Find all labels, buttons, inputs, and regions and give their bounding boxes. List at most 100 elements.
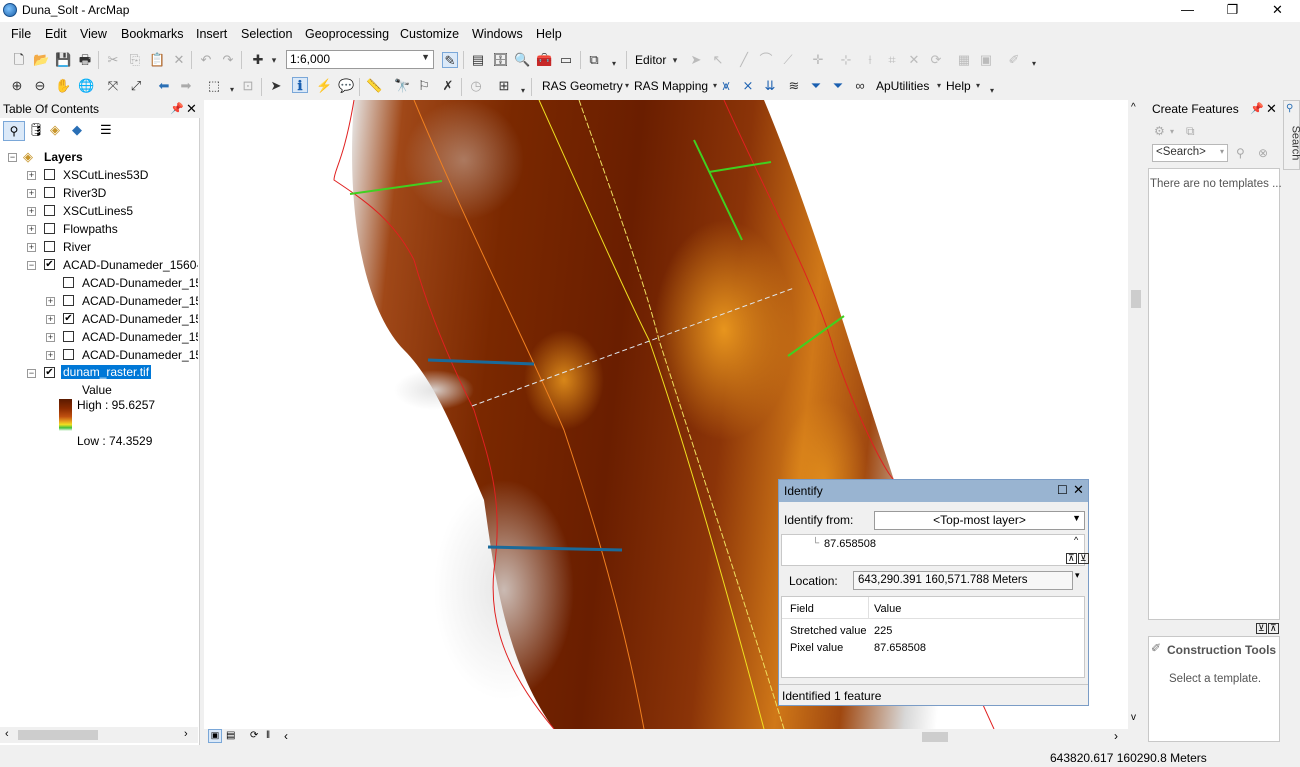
- table-row[interactable]: Stretched value 225: [782, 623, 1084, 639]
- collapse-all-icon[interactable]: ⊻: [1256, 623, 1267, 634]
- scroll-up-icon[interactable]: ^: [1131, 102, 1136, 113]
- ras-geometry-menu[interactable]: RAS Geometry: [542, 79, 623, 93]
- toc-sublayer-row[interactable]: + ACAD-Dunameder_15: [0, 292, 198, 310]
- assign-river-code-icon[interactable]: ⩙: [718, 78, 734, 94]
- template-properties-icon[interactable]: ⧉: [1186, 124, 1195, 139]
- search-side-tab[interactable]: ⚲ Search: [1283, 100, 1300, 170]
- table-of-contents-icon[interactable]: ▤: [470, 52, 486, 68]
- layout-view-icon[interactable]: ▤: [226, 730, 235, 741]
- tools-toolbar-options-icon[interactable]: ▾: [515, 83, 531, 99]
- cut-polygons-icon[interactable]: ⌗: [884, 52, 900, 68]
- menu-insert[interactable]: Insert: [196, 27, 227, 41]
- editor-menu[interactable]: Editor: [635, 53, 666, 67]
- toc-sublayer-row[interactable]: + ACAD-Dunameder_15: [0, 346, 198, 364]
- layer-visibility-checkbox[interactable]: ✔: [44, 259, 55, 270]
- list-by-visibility-icon[interactable]: ◈: [50, 122, 60, 138]
- identify-title-bar[interactable]: Identify ☐ ✕: [779, 480, 1088, 502]
- toc-layer-row[interactable]: + Flowpaths: [0, 220, 198, 238]
- scroll-right-icon[interactable]: ›: [184, 728, 188, 740]
- redo-icon[interactable]: ↷: [220, 52, 236, 68]
- ras-flowpath-icon[interactable]: ⇊: [762, 78, 778, 94]
- identify-results-tree[interactable]: └ 87.658508 ^ ⊼ ⊻: [781, 534, 1089, 566]
- layer-visibility-checkbox[interactable]: ✔: [63, 313, 74, 324]
- end-point-arc-icon[interactable]: ⌒: [758, 52, 774, 68]
- scroll-left-icon[interactable]: ‹: [284, 729, 288, 743]
- toc-layer-row[interactable]: − ✔ ACAD-Dunameder_1560-: [0, 256, 198, 274]
- pin-icon[interactable]: 📌: [1250, 102, 1264, 115]
- expand-icon[interactable]: +: [27, 243, 36, 252]
- go-to-xy-icon[interactable]: ✗: [440, 78, 456, 94]
- point-icon[interactable]: ✛: [810, 52, 826, 68]
- collapse-icon[interactable]: −: [8, 153, 17, 162]
- back-extent-icon[interactable]: ⬅: [156, 78, 172, 94]
- toc-sublayer-row[interactable]: ACAD-Dunameder_15: [0, 274, 198, 292]
- fixed-zoom-in-icon[interactable]: ⤧: [105, 78, 121, 94]
- layer-visibility-checkbox[interactable]: [63, 331, 74, 342]
- scrollbar-thumb[interactable]: [18, 730, 98, 740]
- menu-edit[interactable]: Edit: [45, 27, 67, 41]
- layer-visibility-checkbox[interactable]: [63, 277, 74, 288]
- html-popup-icon[interactable]: 💬: [338, 78, 354, 94]
- arctoolbox-icon[interactable]: 🧰: [536, 52, 552, 68]
- copy-icon[interactable]: ⎘: [127, 52, 143, 68]
- expand-icon[interactable]: +: [46, 351, 55, 360]
- aputilities-menu[interactable]: ApUtilities: [876, 79, 929, 93]
- maximize-button[interactable]: ❐: [1210, 0, 1255, 22]
- toc-layer-row[interactable]: + XSCutLines5: [0, 202, 198, 220]
- hyperlink-icon[interactable]: ⚡: [316, 78, 332, 94]
- layer-visibility-checkbox[interactable]: [44, 223, 55, 234]
- identify-tool-icon[interactable]: ℹ: [292, 77, 308, 93]
- split-icon[interactable]: ✕: [906, 52, 922, 68]
- add-data-dropdown-icon[interactable]: ▾: [266, 52, 282, 68]
- add-data-icon[interactable]: ✚: [250, 52, 266, 68]
- menu-windows[interactable]: Windows: [472, 27, 523, 41]
- data-view-icon[interactable]: ▣: [208, 729, 222, 743]
- toc-layer-row[interactable]: + River: [0, 238, 198, 256]
- sketch-properties-icon[interactable]: ▣: [978, 52, 994, 68]
- menu-bookmarks[interactable]: Bookmarks: [121, 27, 184, 41]
- layer-visibility-checkbox[interactable]: [44, 205, 55, 216]
- expand-icon[interactable]: +: [27, 171, 36, 180]
- menu-view[interactable]: View: [80, 27, 107, 41]
- ras-xs-icon[interactable]: ⨯: [740, 78, 756, 94]
- expand-icon[interactable]: +: [27, 207, 36, 216]
- table-row[interactable]: Pixel value 87.658508: [782, 640, 1084, 656]
- list-by-source-icon[interactable]: 🛢: [28, 122, 45, 138]
- save-icon[interactable]: 💾: [55, 52, 71, 68]
- map-scale-combo[interactable]: 1:6,000 ▼: [286, 50, 434, 69]
- list-by-drawing-order-icon[interactable]: ⚲: [3, 121, 25, 141]
- create-viewer-window-icon[interactable]: ⊞: [496, 78, 512, 94]
- map-vertical-scrollbar[interactable]: ^ v: [1128, 100, 1144, 729]
- open-folder-icon[interactable]: 📂: [33, 52, 49, 68]
- ras-levee-icon[interactable]: ⏷: [808, 78, 824, 94]
- editor-dropdown-icon[interactable]: ▾: [667, 52, 683, 68]
- search-window-icon[interactable]: 🔍: [514, 52, 530, 68]
- ras-mapping-menu[interactable]: RAS Mapping: [634, 79, 708, 93]
- raster-layer-name[interactable]: dunam_raster.tif: [61, 365, 152, 379]
- close-icon[interactable]: ✕: [186, 101, 197, 117]
- refresh-icon[interactable]: ⟳: [250, 730, 258, 741]
- collapse-icon[interactable]: −: [27, 369, 36, 378]
- measure-icon[interactable]: 📏: [366, 78, 382, 94]
- toc-options-icon[interactable]: ☰: [100, 122, 112, 138]
- toc-sublayer-row[interactable]: + ✔ ACAD-Dunameder_15: [0, 310, 198, 328]
- toc-layer-row[interactable]: + River3D: [0, 184, 198, 202]
- select-dropdown-icon[interactable]: ▾: [224, 82, 240, 98]
- expand-all-icon[interactable]: ⊼: [1066, 553, 1077, 564]
- scroll-left-icon[interactable]: ‹: [5, 728, 9, 740]
- collapse-icon[interactable]: −: [27, 261, 36, 270]
- select-features-icon[interactable]: ⬚: [206, 78, 222, 94]
- rotate-icon[interactable]: ⟳: [928, 52, 944, 68]
- menu-geoprocessing[interactable]: Geoprocessing: [305, 27, 389, 41]
- create-features-icon[interactable]: ✐: [1006, 52, 1022, 68]
- find-icon[interactable]: 🔭: [394, 78, 410, 94]
- attributes-icon[interactable]: ▦: [956, 52, 972, 68]
- expand-icon[interactable]: +: [46, 315, 55, 324]
- expand-icon[interactable]: +: [27, 225, 36, 234]
- menu-customize[interactable]: Customize: [400, 27, 459, 41]
- maximize-icon[interactable]: ☐: [1057, 483, 1068, 497]
- scroll-right-icon[interactable]: ›: [1114, 729, 1118, 743]
- clear-search-icon[interactable]: ⊗: [1258, 146, 1268, 160]
- ras-bank-icon[interactable]: ≋: [786, 78, 802, 94]
- organize-templates-icon[interactable]: ⚙: [1154, 124, 1165, 138]
